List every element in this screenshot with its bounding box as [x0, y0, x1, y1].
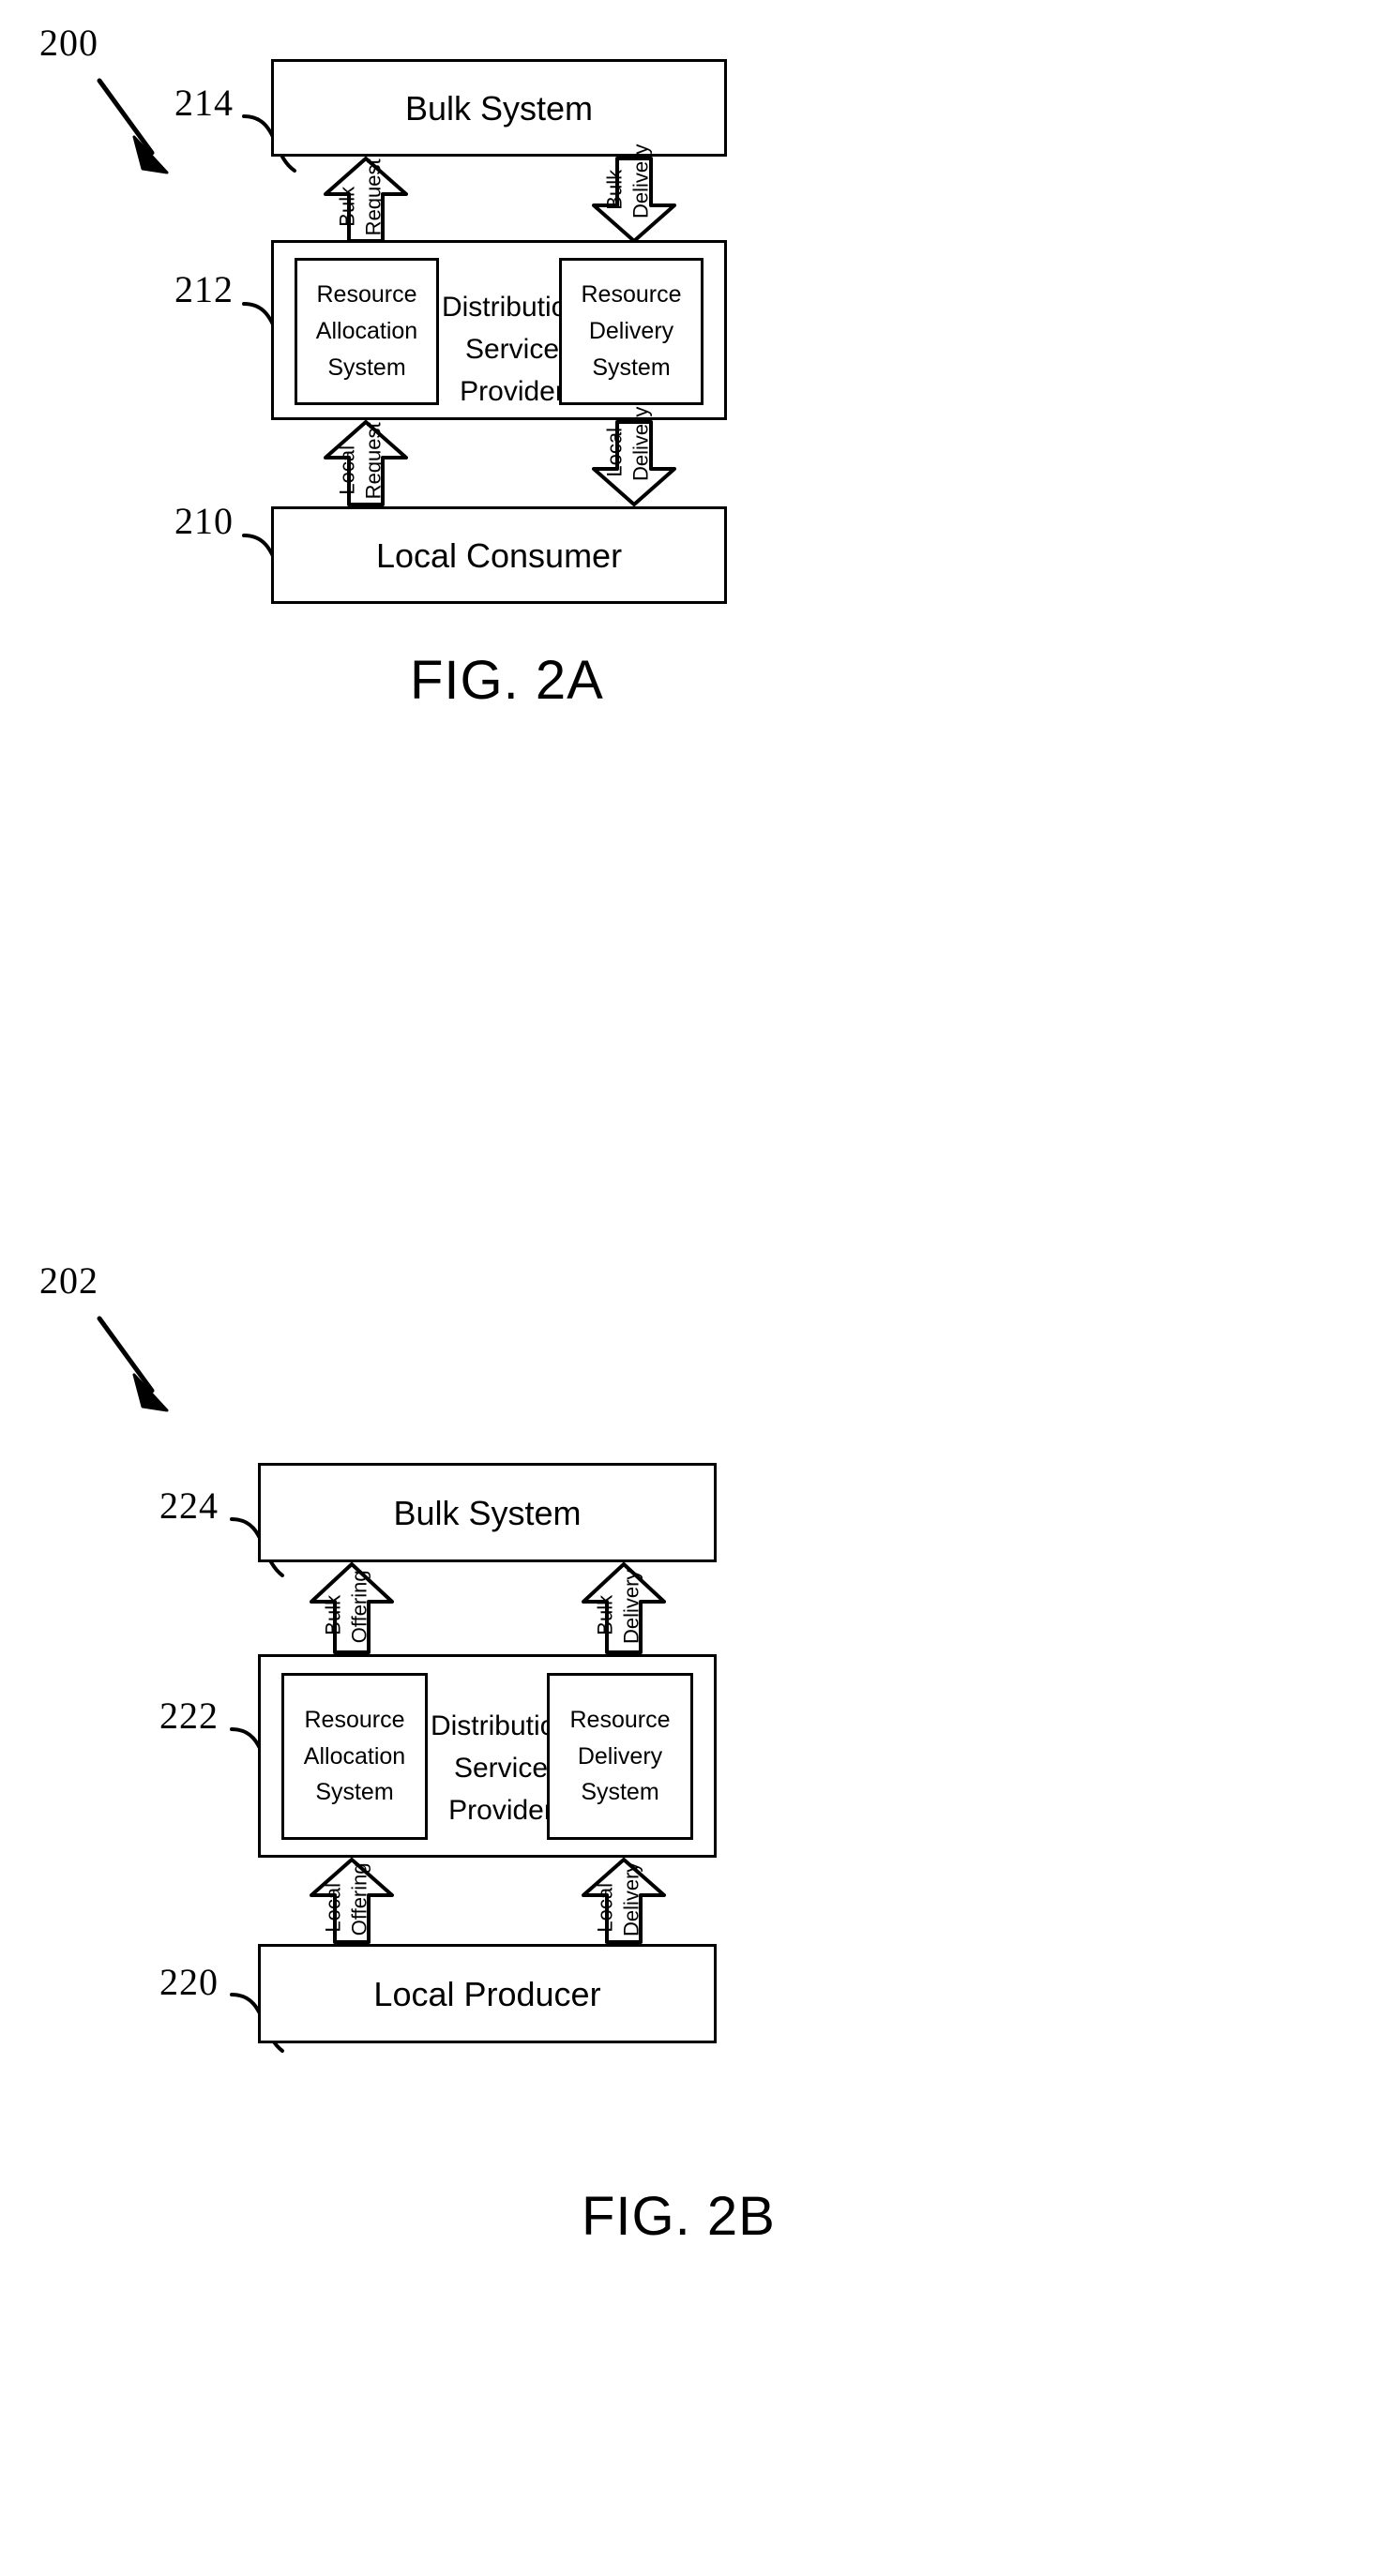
bulk-system-ref-214: 214 — [174, 82, 234, 124]
bulk-offering-label-line1: Bulk — [321, 1594, 345, 1635]
figure-2a-caption: FIG. 2A — [410, 650, 604, 711]
resource-delivery-2b-line1: Resource — [569, 1706, 671, 1733]
local-delivery-2b-label-line1: Local — [593, 1883, 617, 1933]
patent-drawing-sheet: 200 214 Bulk System Bulk Request Bulk De… — [0, 0, 1392, 2576]
provider-line3: Provider — [460, 376, 565, 407]
provider-line2: Service — [464, 334, 560, 365]
resource-delivery-line3: System — [592, 354, 671, 381]
bulk-delivery-2b-label-line2: Delivery — [619, 1569, 643, 1645]
resource-delivery-line2: Delivery — [588, 318, 674, 345]
bulk-system-2b-block[interactable]: Bulk System — [258, 1463, 717, 1562]
local-consumer-block[interactable]: Local Consumer — [271, 506, 727, 604]
bulk-system-label: Bulk System — [404, 88, 594, 128]
resource-delivery-system-2b-block[interactable]: Resource Delivery System — [547, 1673, 693, 1840]
bulk-system-ref-224: 224 — [159, 1484, 219, 1527]
bulk-system-2b-label: Bulk System — [393, 1493, 582, 1532]
bulk-delivery-label-line1: Bulk — [602, 169, 627, 210]
local-request-label-line1: Local — [335, 445, 359, 495]
bulk-delivery-2b-label-line1: Bulk — [593, 1594, 617, 1635]
local-delivery-label-line1: Local — [602, 428, 627, 477]
figure-2b-system-ref: 202 — [39, 1259, 98, 1302]
local-request-label-line2: Request — [361, 422, 386, 500]
local-producer-ref-220: 220 — [159, 1961, 219, 2003]
resource-delivery-system-2b-label: Resource Delivery System — [570, 1702, 671, 1811]
resource-delivery-system-label: Resource Delivery System — [582, 277, 682, 385]
bulk-system-block[interactable]: Bulk System — [271, 59, 727, 157]
local-producer-block[interactable]: Local Producer — [258, 1944, 717, 2043]
resource-delivery-2b-line2: Delivery — [577, 1742, 663, 1770]
figure-2a-system-ref: 200 — [39, 22, 98, 64]
resource-allocation-system-2b-block[interactable]: Resource Allocation System — [281, 1673, 428, 1840]
local-consumer-label: Local Consumer — [375, 535, 623, 575]
resource-allocation-system-2b-label: Resource Allocation System — [304, 1702, 405, 1811]
resource-allocation-line2: Allocation — [315, 318, 418, 345]
bulk-request-label-line1: Bulk — [335, 186, 359, 227]
resource-allocation-system-block[interactable]: Resource Allocation System — [295, 258, 439, 405]
resource-allocation-system-label: Resource Allocation System — [316, 277, 417, 385]
resource-delivery-line1: Resource — [581, 281, 682, 309]
local-offering-label-line2: Offering — [347, 1862, 371, 1936]
figure-2b-system-pointer-arrow — [94, 1313, 263, 1435]
local-delivery-label-line2: Delivery — [628, 406, 653, 482]
resource-allocation-line3: System — [327, 354, 406, 381]
provider-2b-line2: Service — [453, 1753, 549, 1784]
resource-allocation-2b-line1: Resource — [304, 1706, 405, 1733]
bulk-request-label-line2: Request — [361, 158, 386, 236]
resource-delivery-system-block[interactable]: Resource Delivery System — [559, 258, 704, 405]
bulk-delivery-label-line2: Delivery — [628, 143, 653, 219]
bulk-offering-label-line2: Offering — [347, 1570, 371, 1644]
figure-2b-caption: FIG. 2B — [582, 2186, 776, 2247]
figure-2b: 202 224 Bulk System Bulk Offering Bulk D… — [0, 1247, 1392, 2576]
local-consumer-ref-210: 210 — [174, 500, 234, 542]
provider-ref-222: 222 — [159, 1695, 219, 1737]
provider-2b-line3: Provider — [448, 1795, 553, 1826]
resource-allocation-2b-line2: Allocation — [303, 1742, 406, 1770]
local-offering-label-line1: Local — [321, 1883, 345, 1933]
resource-allocation-line1: Resource — [316, 281, 417, 309]
resource-allocation-2b-line3: System — [315, 1779, 394, 1806]
figure-2a: 200 214 Bulk System Bulk Request Bulk De… — [0, 0, 1392, 1219]
provider-ref-212: 212 — [174, 268, 234, 310]
local-delivery-2b-label-line2: Delivery — [619, 1861, 643, 1937]
local-producer-label: Local Producer — [373, 1974, 601, 2013]
resource-delivery-2b-line3: System — [581, 1779, 659, 1806]
